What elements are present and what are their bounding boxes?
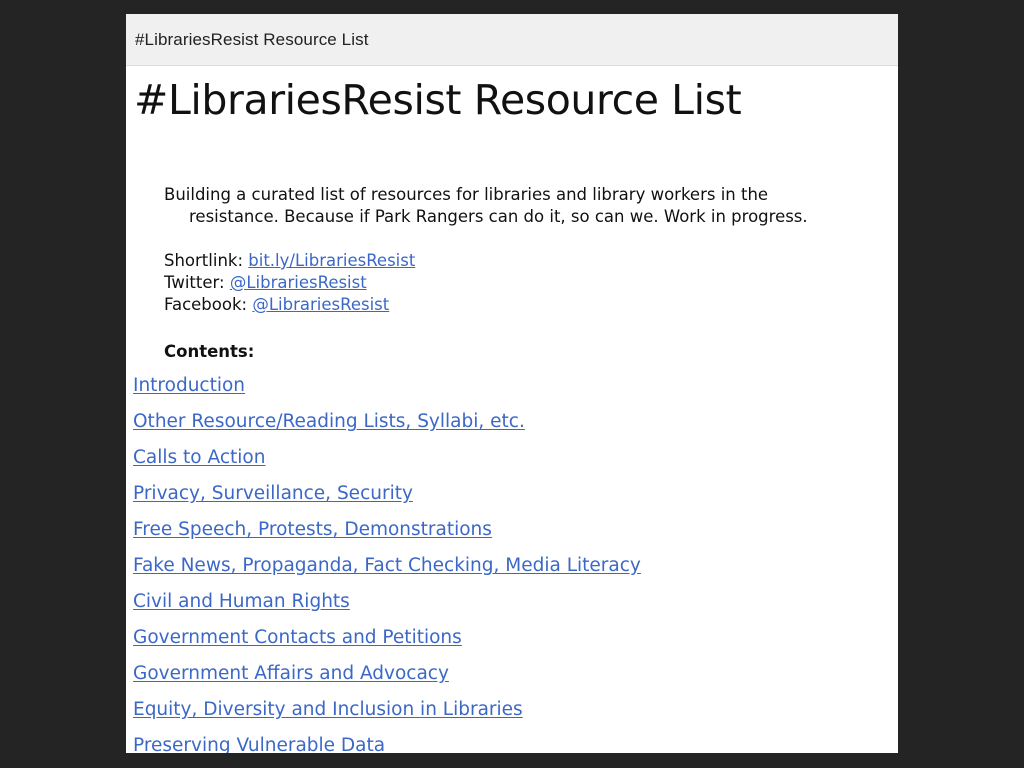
- toc-item: Fake News, Propaganda, Fact Checking, Me…: [133, 554, 893, 590]
- toc-item: Free Speech, Protests, Demonstrations: [133, 518, 893, 554]
- document-window: #LibrariesResist Resource List #Librarie…: [126, 14, 898, 753]
- toc-item: Preserving Vulnerable Data: [133, 734, 893, 753]
- intro-line-2: resistance. Because if Park Rangers can …: [189, 207, 808, 226]
- toc-link[interactable]: Privacy, Surveillance, Security: [133, 482, 413, 506]
- toc-link[interactable]: Government Contacts and Petitions: [133, 626, 462, 650]
- toc-link[interactable]: Preserving Vulnerable Data: [133, 734, 385, 753]
- twitter-link[interactable]: @LibrariesResist: [230, 273, 367, 292]
- shortlink-row: Shortlink: bit.ly/LibrariesResist: [164, 250, 415, 272]
- intro-paragraph: Building a curated list of resources for…: [164, 184, 876, 228]
- facebook-label: Facebook:: [164, 295, 253, 314]
- toc-link[interactable]: Equity, Diversity and Inclusion in Libra…: [133, 698, 523, 722]
- document-titlebar[interactable]: #LibrariesResist Resource List: [126, 14, 898, 66]
- intro-line-1: Building a curated list of resources for…: [164, 185, 769, 204]
- shortlink-link[interactable]: bit.ly/LibrariesResist: [248, 251, 415, 270]
- toc-item: Government Affairs and Advocacy: [133, 662, 893, 698]
- toc-item: Privacy, Surveillance, Security: [133, 482, 893, 518]
- document-titlebar-title: #LibrariesResist Resource List: [135, 29, 369, 49]
- document-body: #LibrariesResist Resource List Building …: [126, 66, 898, 753]
- toc-item: Equity, Diversity and Inclusion in Libra…: [133, 698, 893, 734]
- table-of-contents: Introduction Other Resource/Reading Lists…: [133, 374, 893, 753]
- toc-link[interactable]: Fake News, Propaganda, Fact Checking, Me…: [133, 554, 641, 578]
- facebook-link[interactable]: @LibrariesResist: [252, 295, 389, 314]
- toc-link[interactable]: Calls to Action: [133, 446, 265, 470]
- toc-link[interactable]: Civil and Human Rights: [133, 590, 350, 614]
- toc-link[interactable]: Introduction: [133, 374, 245, 398]
- toc-item: Civil and Human Rights: [133, 590, 893, 626]
- toc-item: Other Resource/Reading Lists, Syllabi, e…: [133, 410, 893, 446]
- page-title: #LibrariesResist Resource List: [134, 76, 742, 124]
- toc-item: Calls to Action: [133, 446, 893, 482]
- facebook-row: Facebook: @LibrariesResist: [164, 294, 415, 316]
- twitter-label: Twitter:: [164, 273, 230, 292]
- toc-item: Introduction: [133, 374, 893, 410]
- screen-backdrop: #LibrariesResist Resource List #Librarie…: [0, 0, 1024, 768]
- meta-links-block: Shortlink: bit.ly/LibrariesResist Twitte…: [164, 250, 415, 316]
- shortlink-label: Shortlink:: [164, 251, 249, 270]
- toc-link[interactable]: Government Affairs and Advocacy: [133, 662, 449, 686]
- toc-item: Government Contacts and Petitions: [133, 626, 893, 662]
- twitter-row: Twitter: @LibrariesResist: [164, 272, 415, 294]
- toc-link[interactable]: Free Speech, Protests, Demonstrations: [133, 518, 492, 542]
- toc-link[interactable]: Other Resource/Reading Lists, Syllabi, e…: [133, 410, 525, 434]
- contents-heading: Contents:: [164, 342, 255, 361]
